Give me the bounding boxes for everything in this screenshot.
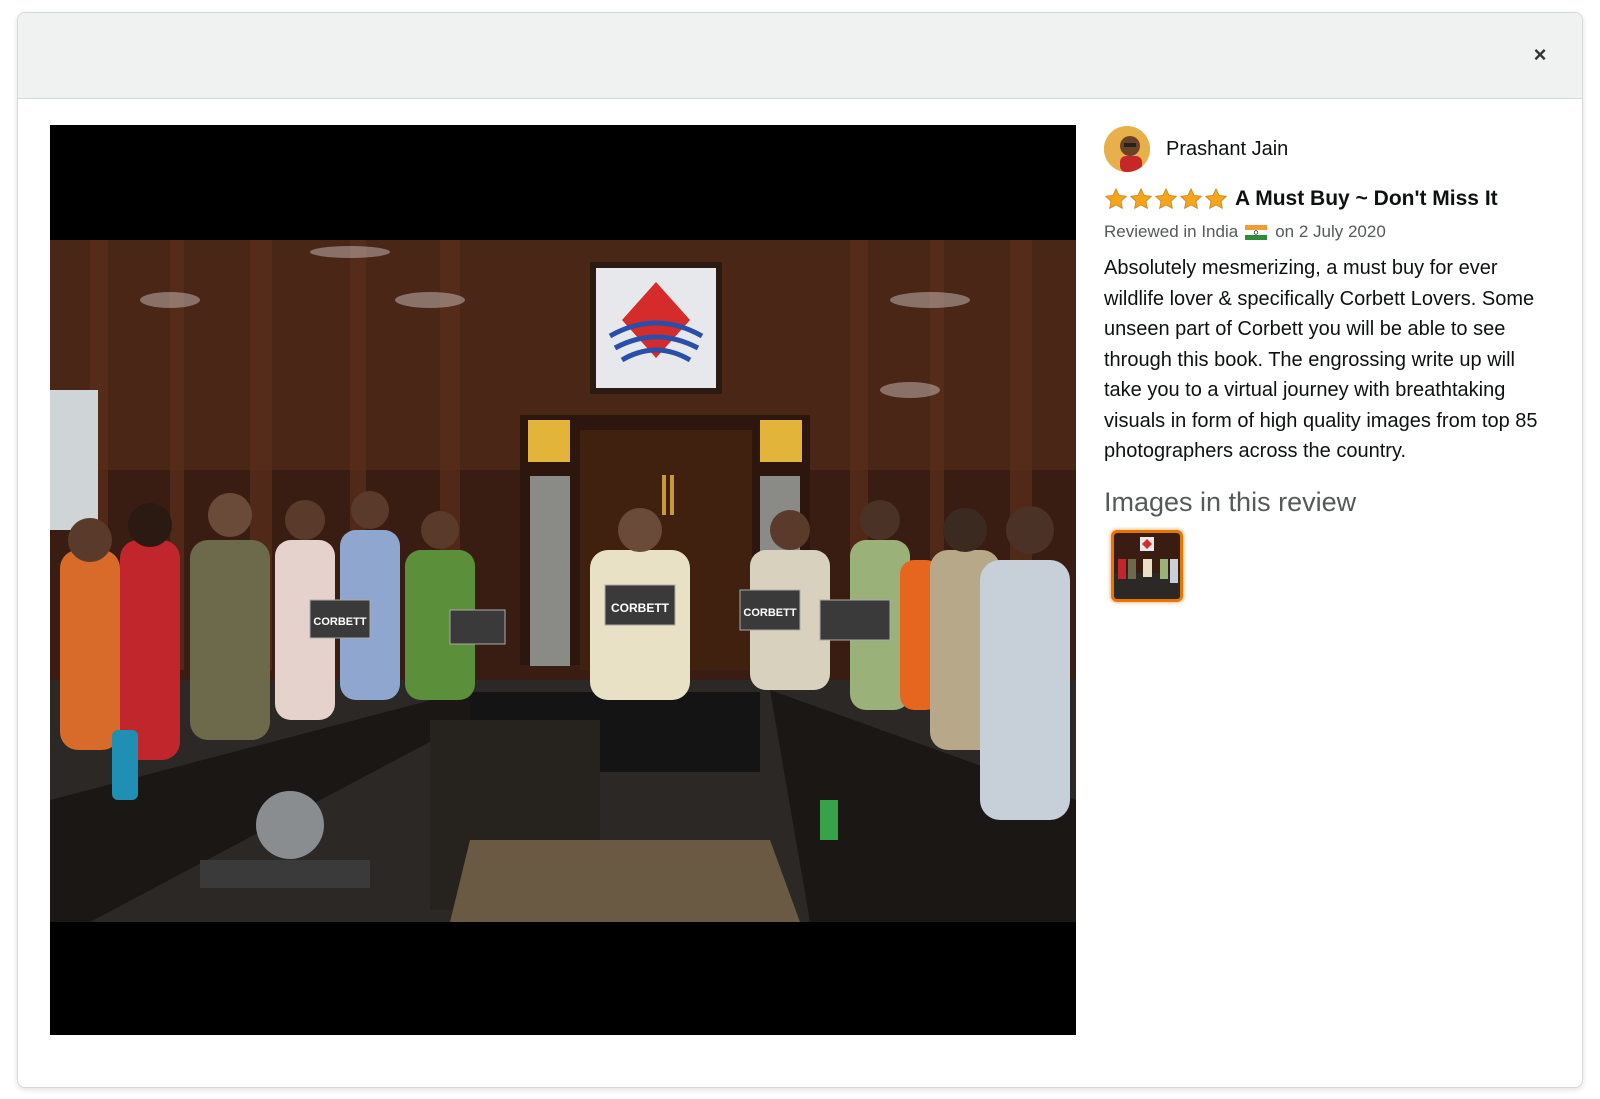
review-title[interactable]: A Must Buy ~ Don't Miss It — [1235, 187, 1498, 211]
star-icon — [1179, 187, 1203, 210]
review-title-row: A Must Buy ~ Don't Miss It — [1104, 183, 1554, 215]
review-location: Reviewed in India — [1104, 222, 1239, 241]
star-icon — [1154, 187, 1178, 210]
images-in-review-heading: Images in this review — [1104, 486, 1357, 517]
star-icon — [1129, 187, 1153, 210]
book-label-center: CORBETT — [611, 601, 670, 615]
star-icon — [1204, 187, 1228, 210]
review-photo: CORBETT CORBETT CORBETT — [50, 240, 1076, 922]
star-rating — [1104, 187, 1229, 211]
india-flag-icon — [1245, 224, 1268, 240]
avatar[interactable] — [1104, 126, 1150, 172]
book-label-right: CORBETT — [743, 607, 796, 619]
book-label-left: CORBETT — [313, 616, 366, 628]
close-icon[interactable]: × — [1534, 42, 1547, 68]
close-button[interactable]: × — [1524, 39, 1556, 71]
modal-header: × — [18, 13, 1582, 99]
review-text: Absolutely mesmerizing, a must buy for e… — [1104, 257, 1538, 462]
reviewer-profile[interactable]: Prashant Jain — [1104, 125, 1554, 173]
review-date: on 2 July 2020 — [1275, 222, 1386, 241]
review-image-thumbnail[interactable] — [1111, 529, 1183, 602]
reviewer-name[interactable]: Prashant Jain — [1166, 138, 1288, 161]
review-meta: Reviewed in India on 2 July 2020 — [1104, 219, 1554, 245]
review-photo-viewer: CORBETT CORBETT CORBETT — [50, 125, 1076, 1035]
review-image-modal: × CORBETT CORBETT CORBETT Prashant Jain … — [17, 12, 1583, 1088]
star-icon — [1104, 187, 1128, 210]
review-sidebar: Prashant Jain A Must Buy ~ Don't Miss It… — [1104, 125, 1554, 602]
